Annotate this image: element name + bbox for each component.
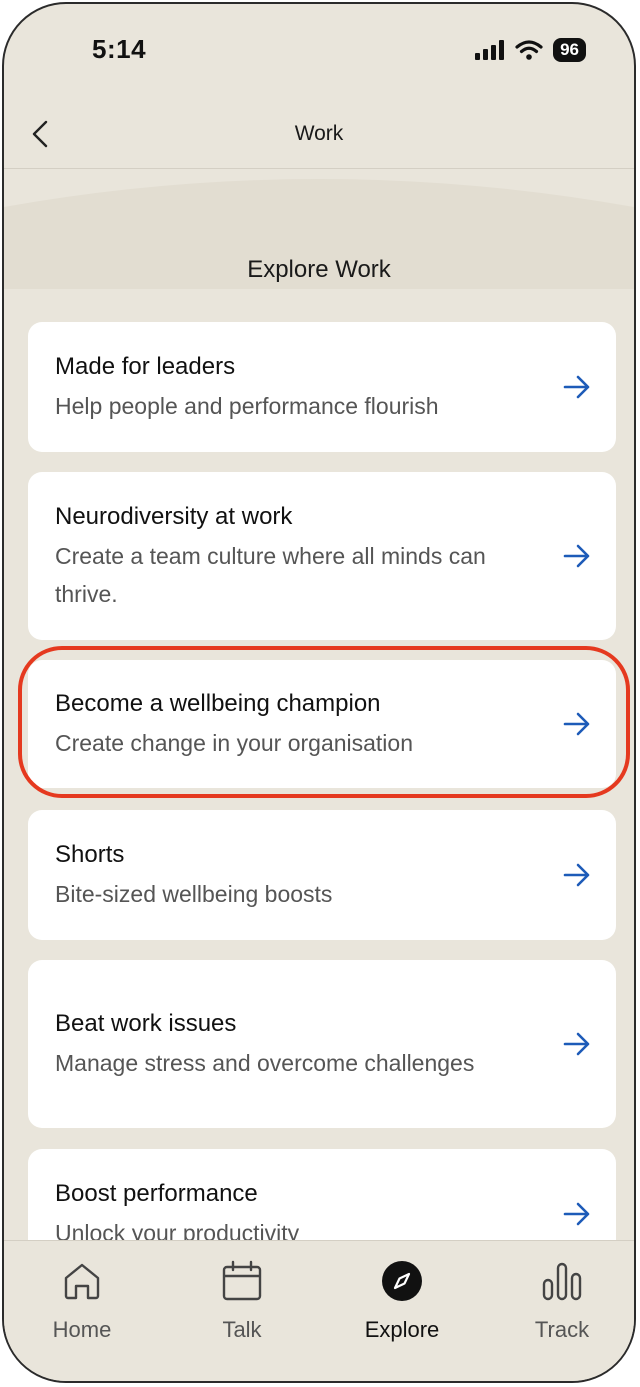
status-bar: 5:14 96 <box>4 4 634 100</box>
battery-indicator: 96 <box>553 38 586 62</box>
tab-bar: Home Talk Explore Track <box>4 1240 634 1381</box>
card-beat-work-issues[interactable]: Beat work issues Manage stress and overc… <box>28 960 616 1128</box>
section-title: Explore Work <box>247 256 391 283</box>
card-title: Made for leaders <box>55 353 236 380</box>
navigation-bar: Work <box>4 100 634 169</box>
card-title: Shorts <box>55 841 125 868</box>
highlight-outline <box>18 646 630 798</box>
signal-icon <box>475 40 505 60</box>
tab-home[interactable]: Home <box>22 1259 142 1343</box>
compass-icon <box>382 1261 422 1301</box>
arrow-right-icon <box>563 375 590 399</box>
arrow-right-icon <box>563 1202 590 1226</box>
tab-track[interactable]: Track <box>502 1259 622 1343</box>
tab-label: Track <box>534 1317 590 1342</box>
tab-label: Talk <box>222 1317 262 1342</box>
arrow-right-icon <box>563 544 590 568</box>
tab-label: Home <box>52 1317 112 1342</box>
status-icons: 96 <box>475 38 586 62</box>
status-time: 5:14 <box>92 34 147 64</box>
bar-chart-icon <box>542 1262 582 1301</box>
calendar-icon <box>222 1260 262 1301</box>
card-neurodiversity-at-work[interactable]: Neurodiversity at work Create a team cul… <box>28 472 616 640</box>
wifi-icon <box>515 40 543 60</box>
arrow-right-icon <box>563 1032 590 1056</box>
card-subtitle: Manage stress and overcome challenges <box>55 1050 475 1076</box>
card-subtitle: Bite-sized wellbeing boosts <box>55 881 333 907</box>
tab-label: Explore <box>364 1317 440 1342</box>
tab-talk[interactable]: Talk <box>182 1259 302 1343</box>
arrow-right-icon <box>563 863 590 887</box>
card-shorts[interactable]: Shorts Bite-sized wellbeing boosts <box>28 810 616 940</box>
card-subtitle: Help people and performance flourish <box>55 393 439 419</box>
card-title: Boost performance <box>55 1180 258 1207</box>
phone-frame: 5:14 96 Work Explore Work Made for leade… <box>2 2 636 1383</box>
page-title: Work <box>294 122 344 145</box>
card-made-for-leaders[interactable]: Made for leaders Help people and perform… <box>28 322 616 452</box>
card-title: Beat work issues <box>55 1010 237 1037</box>
card-subtitle: Create a team culture where all minds ca… <box>55 543 486 607</box>
tab-explore[interactable]: Explore <box>342 1259 462 1343</box>
card-title: Neurodiversity at work <box>55 503 293 530</box>
home-icon <box>64 1263 100 1300</box>
